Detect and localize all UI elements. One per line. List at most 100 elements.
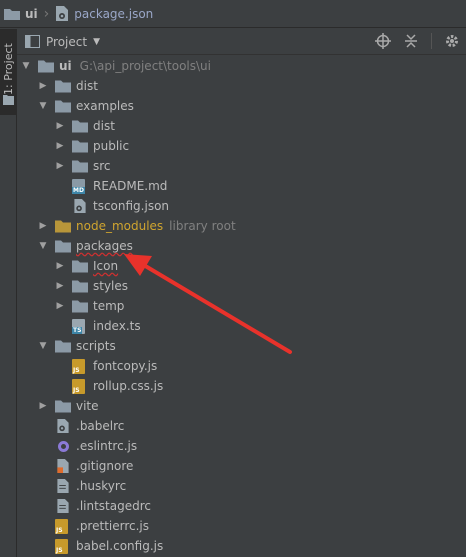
tree-node-label: index.ts xyxy=(93,319,141,333)
tree-node-label: src xyxy=(93,159,111,173)
tree-node-label: .huskyrc xyxy=(76,479,127,493)
tree-node-temp[interactable]: ▶ temp xyxy=(54,296,125,316)
folder-icon xyxy=(55,100,71,113)
tree-node-label: .babelrc xyxy=(76,419,125,433)
tree-node-label: .prettierrc.js xyxy=(76,519,150,533)
javascript-file-icon: JS xyxy=(55,539,71,554)
tree-node-label: .eslintrc.js xyxy=(76,439,138,453)
eslint-icon xyxy=(55,439,71,453)
breadcrumb-file-label: package.json xyxy=(74,6,154,21)
tree-node-examples[interactable]: ▼ examples xyxy=(37,96,134,116)
folder-icon xyxy=(72,260,88,273)
collapsed-arrow-icon[interactable]: ▶ xyxy=(37,80,49,92)
expanded-arrow-icon[interactable]: ▼ xyxy=(37,100,49,112)
tree-node-label: .gitignore xyxy=(76,459,134,473)
tree-node-path: G:\api_project\tools\ui xyxy=(79,59,211,73)
collapsed-arrow-icon[interactable]: ▶ xyxy=(54,160,66,172)
chevron-right-icon: › xyxy=(43,5,50,22)
tree-node-lintstagedrc[interactable]: .lintstagedrc xyxy=(49,496,151,516)
chevron-down-icon[interactable]: ▼ xyxy=(93,37,100,47)
tree-node-label: public xyxy=(93,139,130,153)
expanded-arrow-icon[interactable]: ▼ xyxy=(37,340,49,352)
folder-icon xyxy=(72,140,88,153)
gitignore-file-icon xyxy=(57,459,69,473)
tree-node-label: ui xyxy=(59,59,72,73)
tree-node-label: Icon xyxy=(93,259,119,273)
project-toolwindow-header: Project ▼ xyxy=(17,29,466,55)
javascript-file-icon: JS xyxy=(72,359,88,374)
tree-node-label: fontcopy.js xyxy=(93,359,158,373)
json-file-icon xyxy=(74,199,86,213)
tree-node-fontcopy[interactable]: JS fontcopy.js xyxy=(66,356,157,376)
locate-icon[interactable] xyxy=(375,33,391,49)
tree-node-tsconfig[interactable]: tsconfig.json xyxy=(66,196,169,216)
tree-node-packages[interactable]: ▼ packages xyxy=(37,236,133,256)
tree-node-index-ts[interactable]: TS index.ts xyxy=(66,316,141,336)
tree-node-gitignore[interactable]: .gitignore xyxy=(49,456,133,476)
tree-node-root[interactable]: ▼ ui G:\api_project\tools\ui xyxy=(20,56,211,76)
tree-node-vite[interactable]: ▶ vite xyxy=(37,396,99,416)
tree-node-public[interactable]: ▶ public xyxy=(54,136,130,156)
markdown-file-icon: MD xyxy=(72,179,88,194)
tree-node-prettierrc[interactable]: JS .prettierrc.js xyxy=(49,516,149,536)
library-folder-icon xyxy=(55,220,71,233)
folder-icon xyxy=(72,120,88,133)
collapsed-arrow-icon[interactable]: ▶ xyxy=(54,140,66,152)
collapse-all-icon[interactable] xyxy=(403,33,419,49)
tree-node-label: README.md xyxy=(93,179,168,193)
tree-node-label: babel.config.js xyxy=(76,539,164,553)
tree-node-src[interactable]: ▶ src xyxy=(54,156,111,176)
settings-icon[interactable] xyxy=(444,33,460,49)
collapsed-arrow-icon[interactable]: ▶ xyxy=(54,120,66,132)
folder-icon xyxy=(55,400,71,413)
tree-node-label: rollup.css.js xyxy=(93,379,164,393)
config-file-icon xyxy=(57,419,69,433)
tree-node-rollup-css[interactable]: JS rollup.css.js xyxy=(66,376,163,396)
tree-node-node-modules[interactable]: ▶ node_modules library root xyxy=(37,216,236,236)
tree-node-huskyrc[interactable]: .huskyrc xyxy=(49,476,126,496)
tree-node-babel-config[interactable]: JS babel.config.js xyxy=(49,536,163,556)
project-tree: ▼ ui G:\api_project\tools\ui ▶ dist ▼ ex… xyxy=(17,56,466,557)
tree-node-babelrc[interactable]: .babelrc xyxy=(49,416,124,436)
breadcrumb-root[interactable]: ui xyxy=(4,0,38,28)
collapsed-arrow-icon[interactable]: ▶ xyxy=(37,400,49,412)
breadcrumb-file[interactable]: package.json xyxy=(55,0,153,28)
tree-node-dist[interactable]: ▶ dist xyxy=(37,76,98,96)
tree-node-label: scripts xyxy=(76,339,116,353)
tree-node-label: tsconfig.json xyxy=(93,199,170,213)
folder-icon xyxy=(3,96,14,105)
breadcrumb-root-label: ui xyxy=(25,6,38,21)
json-file-icon xyxy=(56,6,69,21)
collapsed-arrow-icon[interactable]: ▶ xyxy=(54,280,66,292)
tree-node-icon[interactable]: ▶ Icon xyxy=(54,256,119,276)
tree-node-label: temp xyxy=(93,299,125,313)
project-view-selector[interactable]: Project xyxy=(46,35,87,49)
text-file-icon xyxy=(57,479,69,493)
tree-node-label: packages xyxy=(76,239,133,253)
folder-icon xyxy=(55,240,71,253)
folder-icon xyxy=(38,60,54,73)
tree-node-eslintrc[interactable]: .eslintrc.js xyxy=(49,436,137,456)
javascript-file-icon: JS xyxy=(72,379,88,394)
tree-node-scripts[interactable]: ▼ scripts xyxy=(37,336,116,356)
javascript-file-icon: JS xyxy=(55,519,71,534)
tree-node-label: .lintstagedrc xyxy=(76,499,151,513)
navigation-bar: ui › package.json xyxy=(0,0,466,28)
tree-node-styles[interactable]: ▶ styles xyxy=(54,276,129,296)
tree-node-label: dist xyxy=(93,119,115,133)
toolwindow-actions xyxy=(375,33,460,49)
project-view-icon xyxy=(25,35,40,48)
typescript-file-icon: TS xyxy=(72,319,88,334)
collapsed-arrow-icon[interactable]: ▶ xyxy=(37,220,49,232)
folder-icon xyxy=(72,300,88,313)
text-file-icon xyxy=(57,499,69,513)
expanded-arrow-icon[interactable]: ▼ xyxy=(20,60,32,72)
tree-node-readme[interactable]: MD README.md xyxy=(66,176,167,196)
tree-node-label: examples xyxy=(76,99,134,113)
tree-node-examples-dist[interactable]: ▶ dist xyxy=(54,116,115,136)
collapsed-arrow-icon[interactable]: ▶ xyxy=(54,300,66,312)
folder-icon xyxy=(72,280,88,293)
collapsed-arrow-icon[interactable]: ▶ xyxy=(54,260,66,272)
folder-icon xyxy=(72,160,88,173)
expanded-arrow-icon[interactable]: ▼ xyxy=(37,240,49,252)
